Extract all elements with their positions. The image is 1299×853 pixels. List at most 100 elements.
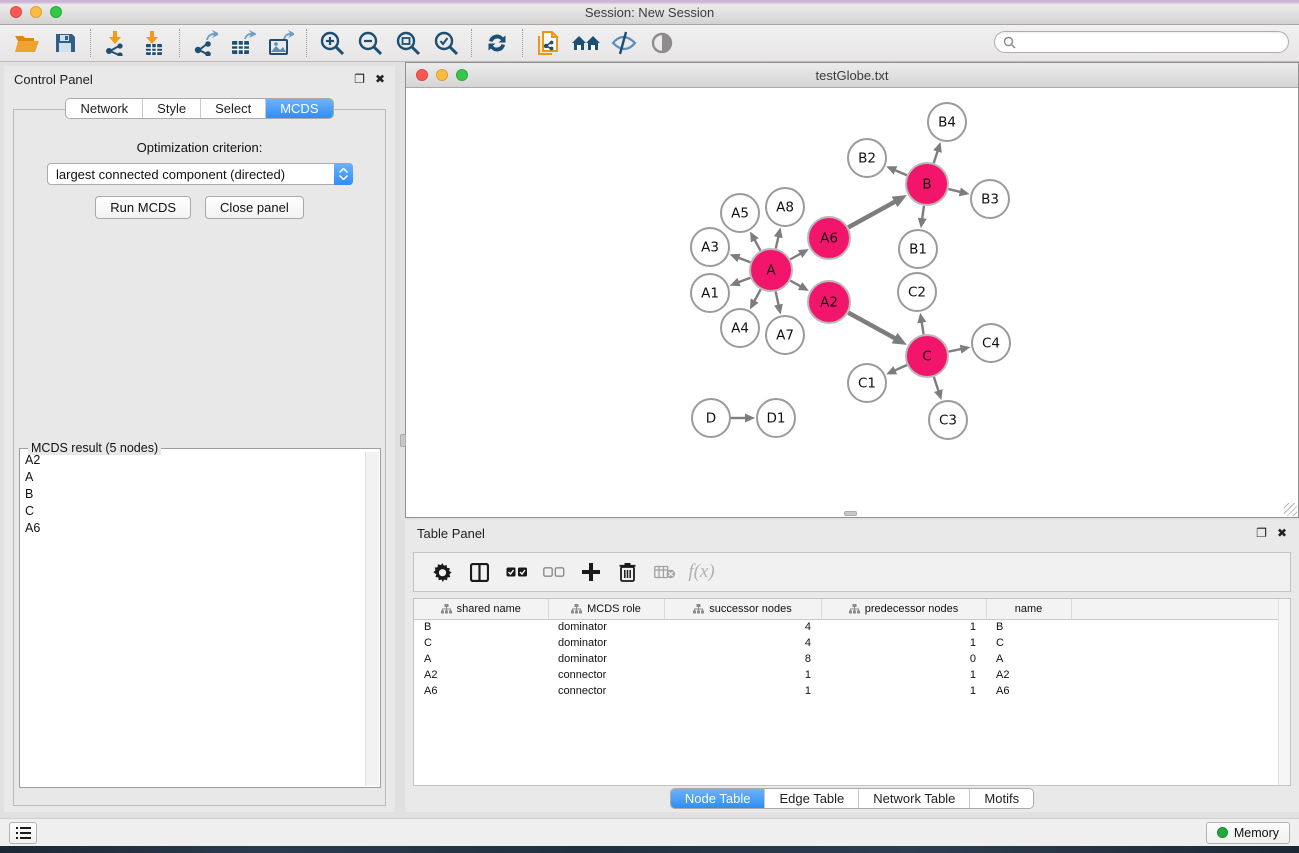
graph-node-D[interactable]: D xyxy=(692,399,730,437)
mcds-result-item[interactable]: A2 xyxy=(21,452,365,469)
table-cell[interactable]: dominator xyxy=(548,619,664,635)
table-cell[interactable]: C xyxy=(986,635,1071,651)
graph-node-C1[interactable]: C1 xyxy=(848,364,886,402)
tab-edge-table[interactable]: Edge Table xyxy=(764,789,858,808)
table-row[interactable]: Cdominator41C xyxy=(414,635,1280,651)
show-column-panel-button[interactable] xyxy=(461,555,498,589)
tab-mcds[interactable]: MCDS xyxy=(265,99,332,118)
graph-edge-A-A3[interactable] xyxy=(738,258,750,263)
delete-table-button-disabled[interactable] xyxy=(646,555,683,589)
table-cell[interactable]: 1 xyxy=(664,683,821,699)
import-network-button[interactable] xyxy=(97,27,135,59)
tab-style[interactable]: Style xyxy=(142,99,200,118)
run-mcds-button[interactable]: Run MCDS xyxy=(95,196,191,219)
table-scrollbar[interactable] xyxy=(1278,599,1290,785)
table-cell[interactable]: 4 xyxy=(664,635,821,651)
table-cell[interactable]: connector xyxy=(548,683,664,699)
export-table-button[interactable] xyxy=(224,27,262,59)
column-header-predecessor-nodes[interactable]: predecessor nodes xyxy=(821,599,986,619)
table-cell[interactable]: B xyxy=(414,619,548,635)
graph-edge-A6-B[interactable] xyxy=(848,201,895,227)
mcds-result-item[interactable]: B xyxy=(21,486,365,503)
table-cell[interactable]: A6 xyxy=(986,683,1071,699)
graph-node-B4[interactable]: B4 xyxy=(928,103,966,141)
graph-node-A1[interactable]: A1 xyxy=(691,274,729,312)
graph-edge-A-A4[interactable] xyxy=(754,289,760,301)
home-layout-button[interactable] xyxy=(567,27,605,59)
zoom-fit-button[interactable] xyxy=(389,27,427,59)
graph-node-B[interactable]: B xyxy=(906,163,948,205)
network-canvas[interactable]: B4B2BB3A5A8A6A3B1AA1C2A2A4A7C4CC1C3DD1 xyxy=(406,89,1298,517)
graph-node-C4[interactable]: C4 xyxy=(972,324,1010,362)
table-cell[interactable]: 8 xyxy=(664,651,821,667)
network-window-titlebar[interactable]: testGlobe.txt xyxy=(406,63,1298,88)
table-cell[interactable]: 4 xyxy=(664,619,821,635)
table-cell[interactable]: B xyxy=(986,619,1071,635)
zoom-in-button[interactable] xyxy=(313,27,351,59)
float-panel-button[interactable]: ❐ xyxy=(354,72,365,86)
float-panel-button[interactable]: ❐ xyxy=(1256,526,1267,540)
close-panel-button-mcds[interactable]: Close panel xyxy=(205,196,304,219)
hide-details-button[interactable] xyxy=(605,27,643,59)
table-cell[interactable]: 1 xyxy=(664,667,821,683)
table-row[interactable]: A2connector11A2 xyxy=(414,667,1280,683)
tab-node-table[interactable]: Node Table xyxy=(671,789,765,808)
table-cell[interactable]: A xyxy=(986,651,1071,667)
table-cell[interactable]: A xyxy=(414,651,548,667)
horizontal-scrollbar-thumb[interactable] xyxy=(844,511,857,516)
network-graph[interactable]: B4B2BB3A5A8A6A3B1AA1C2A2A4A7C4CC1C3DD1 xyxy=(406,89,1298,518)
clone-network-button[interactable] xyxy=(529,27,567,59)
table-cell[interactable]: A2 xyxy=(414,667,548,683)
table-cell[interactable]: 1 xyxy=(821,619,986,635)
memory-button[interactable]: Memory xyxy=(1206,822,1290,844)
graph-edge-C-C3[interactable] xyxy=(934,377,939,392)
graph-node-D1[interactable]: D1 xyxy=(757,399,795,437)
birds-eye-view-button[interactable] xyxy=(643,27,681,59)
graph-edge-A-A1[interactable] xyxy=(738,278,750,283)
close-panel-button[interactable]: ✖ xyxy=(375,72,385,86)
table-row[interactable]: A6connector11A6 xyxy=(414,683,1280,699)
zoom-out-button[interactable] xyxy=(351,27,389,59)
column-header-name[interactable]: name xyxy=(986,599,1071,619)
graph-node-A7[interactable]: A7 xyxy=(766,316,804,354)
vertical-scrollbar-thumb[interactable] xyxy=(400,434,406,447)
close-panel-button[interactable]: ✖ xyxy=(1277,526,1287,540)
search-input[interactable] xyxy=(1021,35,1280,49)
table-cell[interactable]: 1 xyxy=(821,667,986,683)
graph-edge-A-A2[interactable] xyxy=(790,281,801,287)
table-cell[interactable]: 1 xyxy=(821,683,986,699)
graph-node-A4[interactable]: A4 xyxy=(721,309,759,347)
table-cell[interactable]: A2 xyxy=(986,667,1071,683)
graph-edge-A-A7[interactable] xyxy=(776,292,779,306)
table-cell[interactable]: connector xyxy=(548,667,664,683)
zoom-selected-button[interactable] xyxy=(427,27,465,59)
graph-edge-C-C2[interactable] xyxy=(922,322,924,335)
table-cell[interactable]: 0 xyxy=(821,651,986,667)
column-header-successor-nodes[interactable]: successor nodes xyxy=(664,599,821,619)
open-session-button[interactable] xyxy=(8,27,46,59)
graph-node-A2[interactable]: A2 xyxy=(808,281,850,323)
graph-edge-A-A8[interactable] xyxy=(776,236,779,248)
graph-node-C[interactable]: C xyxy=(906,335,948,377)
window-resize-grip[interactable] xyxy=(1284,503,1297,516)
export-network-button[interactable] xyxy=(186,27,224,59)
deselect-all-columns-button[interactable] xyxy=(535,555,572,589)
graph-node-C2[interactable]: C2 xyxy=(898,273,936,311)
graph-edge-B-B4[interactable] xyxy=(934,151,938,164)
show-log-button[interactable] xyxy=(9,822,37,844)
graph-node-C3[interactable]: C3 xyxy=(929,401,967,439)
graph-node-A6[interactable]: A6 xyxy=(808,217,850,259)
save-session-button[interactable] xyxy=(46,27,84,59)
export-image-button[interactable] xyxy=(262,27,300,59)
graph-edge-A-A6[interactable] xyxy=(790,253,801,259)
tab-motifs[interactable]: Motifs xyxy=(969,789,1033,808)
graph-node-B3[interactable]: B3 xyxy=(971,180,1009,218)
graph-node-B2[interactable]: B2 xyxy=(848,139,886,177)
table-cell[interactable]: dominator xyxy=(548,651,664,667)
graph-node-A[interactable]: A xyxy=(750,249,792,291)
graph-edge-C-C1[interactable] xyxy=(894,365,907,371)
table-cell[interactable]: 1 xyxy=(821,635,986,651)
column-header-shared-name[interactable]: shared name xyxy=(414,599,548,619)
graph-edge-C-C4[interactable] xyxy=(949,349,962,352)
tab-network[interactable]: Network xyxy=(66,99,142,118)
